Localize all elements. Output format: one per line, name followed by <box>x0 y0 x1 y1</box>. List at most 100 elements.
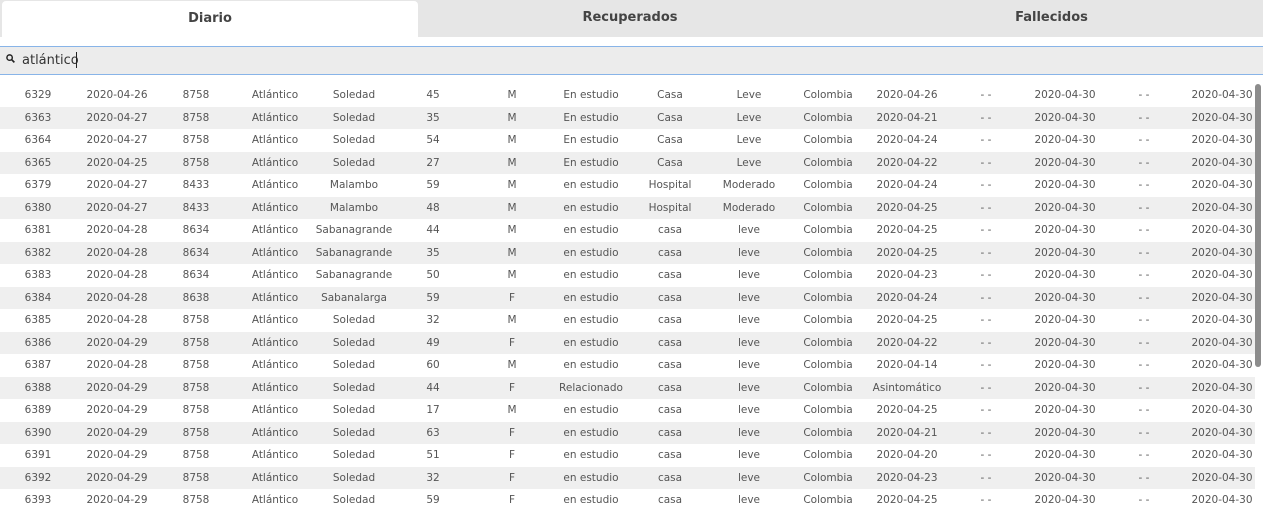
cell-report-date: 2020-04-28 <box>86 246 148 259</box>
table-row[interactable]: 6364 2020-04-27 8758 Atlántico Soledad 54 M En … <box>0 129 1255 152</box>
cell-diagnosis-date: 2020-04-30 <box>1034 336 1096 349</box>
cell-city: Soledad <box>332 314 376 326</box>
cell-status: en estudio <box>563 471 619 484</box>
cell-sex: F <box>508 471 516 484</box>
cell-dane-code: 8758 <box>182 156 210 169</box>
cell-city: Soledad <box>332 156 376 169</box>
table-row[interactable]: 6386 2020-04-29 8758 Atlántico Soledad 49 Fen … <box>0 331 1255 354</box>
tab-diario[interactable]: Diario <box>2 1 418 37</box>
cell-recovery-date: - - <box>1138 359 1150 371</box>
table-row[interactable]: 6390 2020-04-29 8758 Atlántico Soledad 63 Fen … <box>0 421 1255 444</box>
cell-department: Atlántico <box>251 179 299 191</box>
cell-report-date: 2020-04-25 <box>86 156 148 169</box>
table-row[interactable]: 6388 2020-04-29 8758 Atlántico Soledad 44 F Rel… <box>0 376 1255 399</box>
cell-country: Colombia <box>803 111 853 124</box>
table-row[interactable]: 6363 2020-04-27 8758 Atlántico Soledad 35 M En … <box>0 106 1255 129</box>
cell-department: Atlántico <box>251 224 299 236</box>
tab-fallecidos[interactable]: Fallecidos <box>840 0 1263 37</box>
cell-status: En estudio <box>563 134 619 146</box>
cell-case-id: 6379 <box>24 179 52 191</box>
cell-location: casa <box>657 359 683 371</box>
cell-case-id: 6380 <box>24 201 52 214</box>
table-row[interactable]: 6392 2020-04-29 8758 Atlántico Soledad 32 Fen … <box>0 466 1255 489</box>
table-row[interactable]: 6381 2020-04-28 8634 Atlántico Sabanagrande 4… <box>0 219 1255 242</box>
cell-case-id: 6381 <box>24 224 52 236</box>
cell-web-report-date: 2020-04-30 <box>1191 156 1253 169</box>
cell-location: casa <box>657 246 683 259</box>
cell-case-id: 6384 <box>24 291 52 304</box>
cell-recovery-date: - - <box>1138 179 1150 191</box>
table-row[interactable]: 6384 2020-04-28 8638 Atlántico Sabanalarga 59… <box>0 286 1255 309</box>
cell-dane-code: 8758 <box>182 134 210 146</box>
table-row[interactable]: 6380 2020-04-27 8433 Atlántico Malambo 48 Men … <box>0 196 1255 219</box>
cell-onset-date: 2020-04-20 <box>876 449 938 461</box>
cell-city: Sabanalarga <box>321 291 387 304</box>
cell-sex: M <box>507 179 517 191</box>
cell-dane-code: 8758 <box>182 111 210 124</box>
cell-case-id: 6385 <box>24 314 52 326</box>
cell-status: en estudio <box>563 314 619 326</box>
table-row[interactable]: 6382 2020-04-28 8634 Atlántico Sabanagrande 3… <box>0 241 1255 264</box>
cell-severity: leve <box>737 269 761 281</box>
cell-death-date: - - <box>980 359 992 371</box>
cell-dane-code: 8758 <box>182 471 210 484</box>
cell-death-date: - - <box>980 449 992 461</box>
cell-death-date: - - <box>980 156 992 169</box>
vertical-scrollbar[interactable] <box>1255 84 1261 367</box>
table-row[interactable]: 6383 2020-04-28 8634 Atlántico Sabanagrande 5… <box>0 264 1255 287</box>
cell-location: Casa <box>657 89 683 101</box>
cell-case-id: 6383 <box>24 269 52 281</box>
cell-department: Atlántico <box>251 381 299 394</box>
cell-severity: leve <box>737 381 761 394</box>
cell-recovery-date: - - <box>1138 246 1150 259</box>
cell-country: Colombia <box>803 381 853 394</box>
cell-department: Atlántico <box>251 426 299 439</box>
cell-sex: M <box>507 224 517 236</box>
cell-onset-date: 2020-04-25 <box>876 314 938 326</box>
cell-department: Atlántico <box>251 471 299 484</box>
cell-age: 32 <box>426 471 440 484</box>
cell-severity: leve <box>737 426 761 439</box>
cell-location: casa <box>657 291 683 304</box>
cell-dane-code: 8758 <box>182 449 210 461</box>
cell-onset-date: 2020-04-24 <box>876 134 938 146</box>
cell-web-report-date: 2020-04-30 <box>1191 224 1253 236</box>
table-row[interactable]: 6393 2020-04-29 8758 Atlántico Soledad 59 Fen … <box>0 489 1255 512</box>
cell-age: 45 <box>426 89 440 101</box>
table-row[interactable]: 6379 2020-04-27 8433 Atlántico Malambo 59 Men … <box>0 174 1255 197</box>
cell-diagnosis-date: 2020-04-30 <box>1034 156 1096 169</box>
table-row[interactable]: 6387 2020-04-28 8758 Atlántico Soledad 60 Men … <box>0 354 1255 377</box>
cell-report-date: 2020-04-28 <box>86 359 148 371</box>
cell-city: Soledad <box>332 471 376 484</box>
cell-status: En estudio <box>563 89 619 101</box>
cell-diagnosis-date: 2020-04-30 <box>1034 426 1096 439</box>
cell-recovery-date: - - <box>1138 201 1150 214</box>
cell-age: 63 <box>426 426 440 439</box>
cell-dane-code: 8634 <box>182 246 210 259</box>
cell-web-report-date: 2020-04-30 <box>1191 471 1253 484</box>
cell-diagnosis-date: 2020-04-30 <box>1034 224 1096 236</box>
cell-diagnosis-date: 2020-04-30 <box>1034 291 1096 304</box>
cell-status: en estudio <box>563 336 619 349</box>
cell-dane-code: 8758 <box>182 404 210 416</box>
search-input[interactable] <box>22 50 522 70</box>
tab-recuperados[interactable]: Recuperados <box>420 0 840 37</box>
cell-sex: F <box>508 291 516 304</box>
cell-department: Atlántico <box>251 449 299 461</box>
cell-department: Atlántico <box>251 134 299 146</box>
cell-death-date: - - <box>980 336 992 349</box>
cell-age: 35 <box>426 246 440 259</box>
cell-dane-code: 8758 <box>182 314 210 326</box>
table-row[interactable]: 6329 2020-04-26 8758 Atlántico Soledad 45 M En … <box>0 84 1255 107</box>
cell-city: Soledad <box>332 359 376 371</box>
table-row[interactable]: 6391 2020-04-29 8758 Atlántico Soledad 51 Fen … <box>0 444 1255 467</box>
table-row[interactable]: 6389 2020-04-29 8758 Atlántico Soledad 17 Men … <box>0 399 1255 422</box>
cell-diagnosis-date: 2020-04-30 <box>1034 471 1096 484</box>
cell-severity: leve <box>737 246 761 259</box>
cell-recovery-date: - - <box>1138 336 1150 349</box>
cell-department: Atlántico <box>251 246 299 259</box>
cell-sex: F <box>508 449 516 461</box>
cell-location: casa <box>657 224 683 236</box>
table-row[interactable]: 6385 2020-04-28 8758 Atlántico Soledad 32 Men … <box>0 309 1255 332</box>
table-row[interactable]: 6365 2020-04-25 8758 Atlántico Soledad 27 M En … <box>0 151 1255 174</box>
